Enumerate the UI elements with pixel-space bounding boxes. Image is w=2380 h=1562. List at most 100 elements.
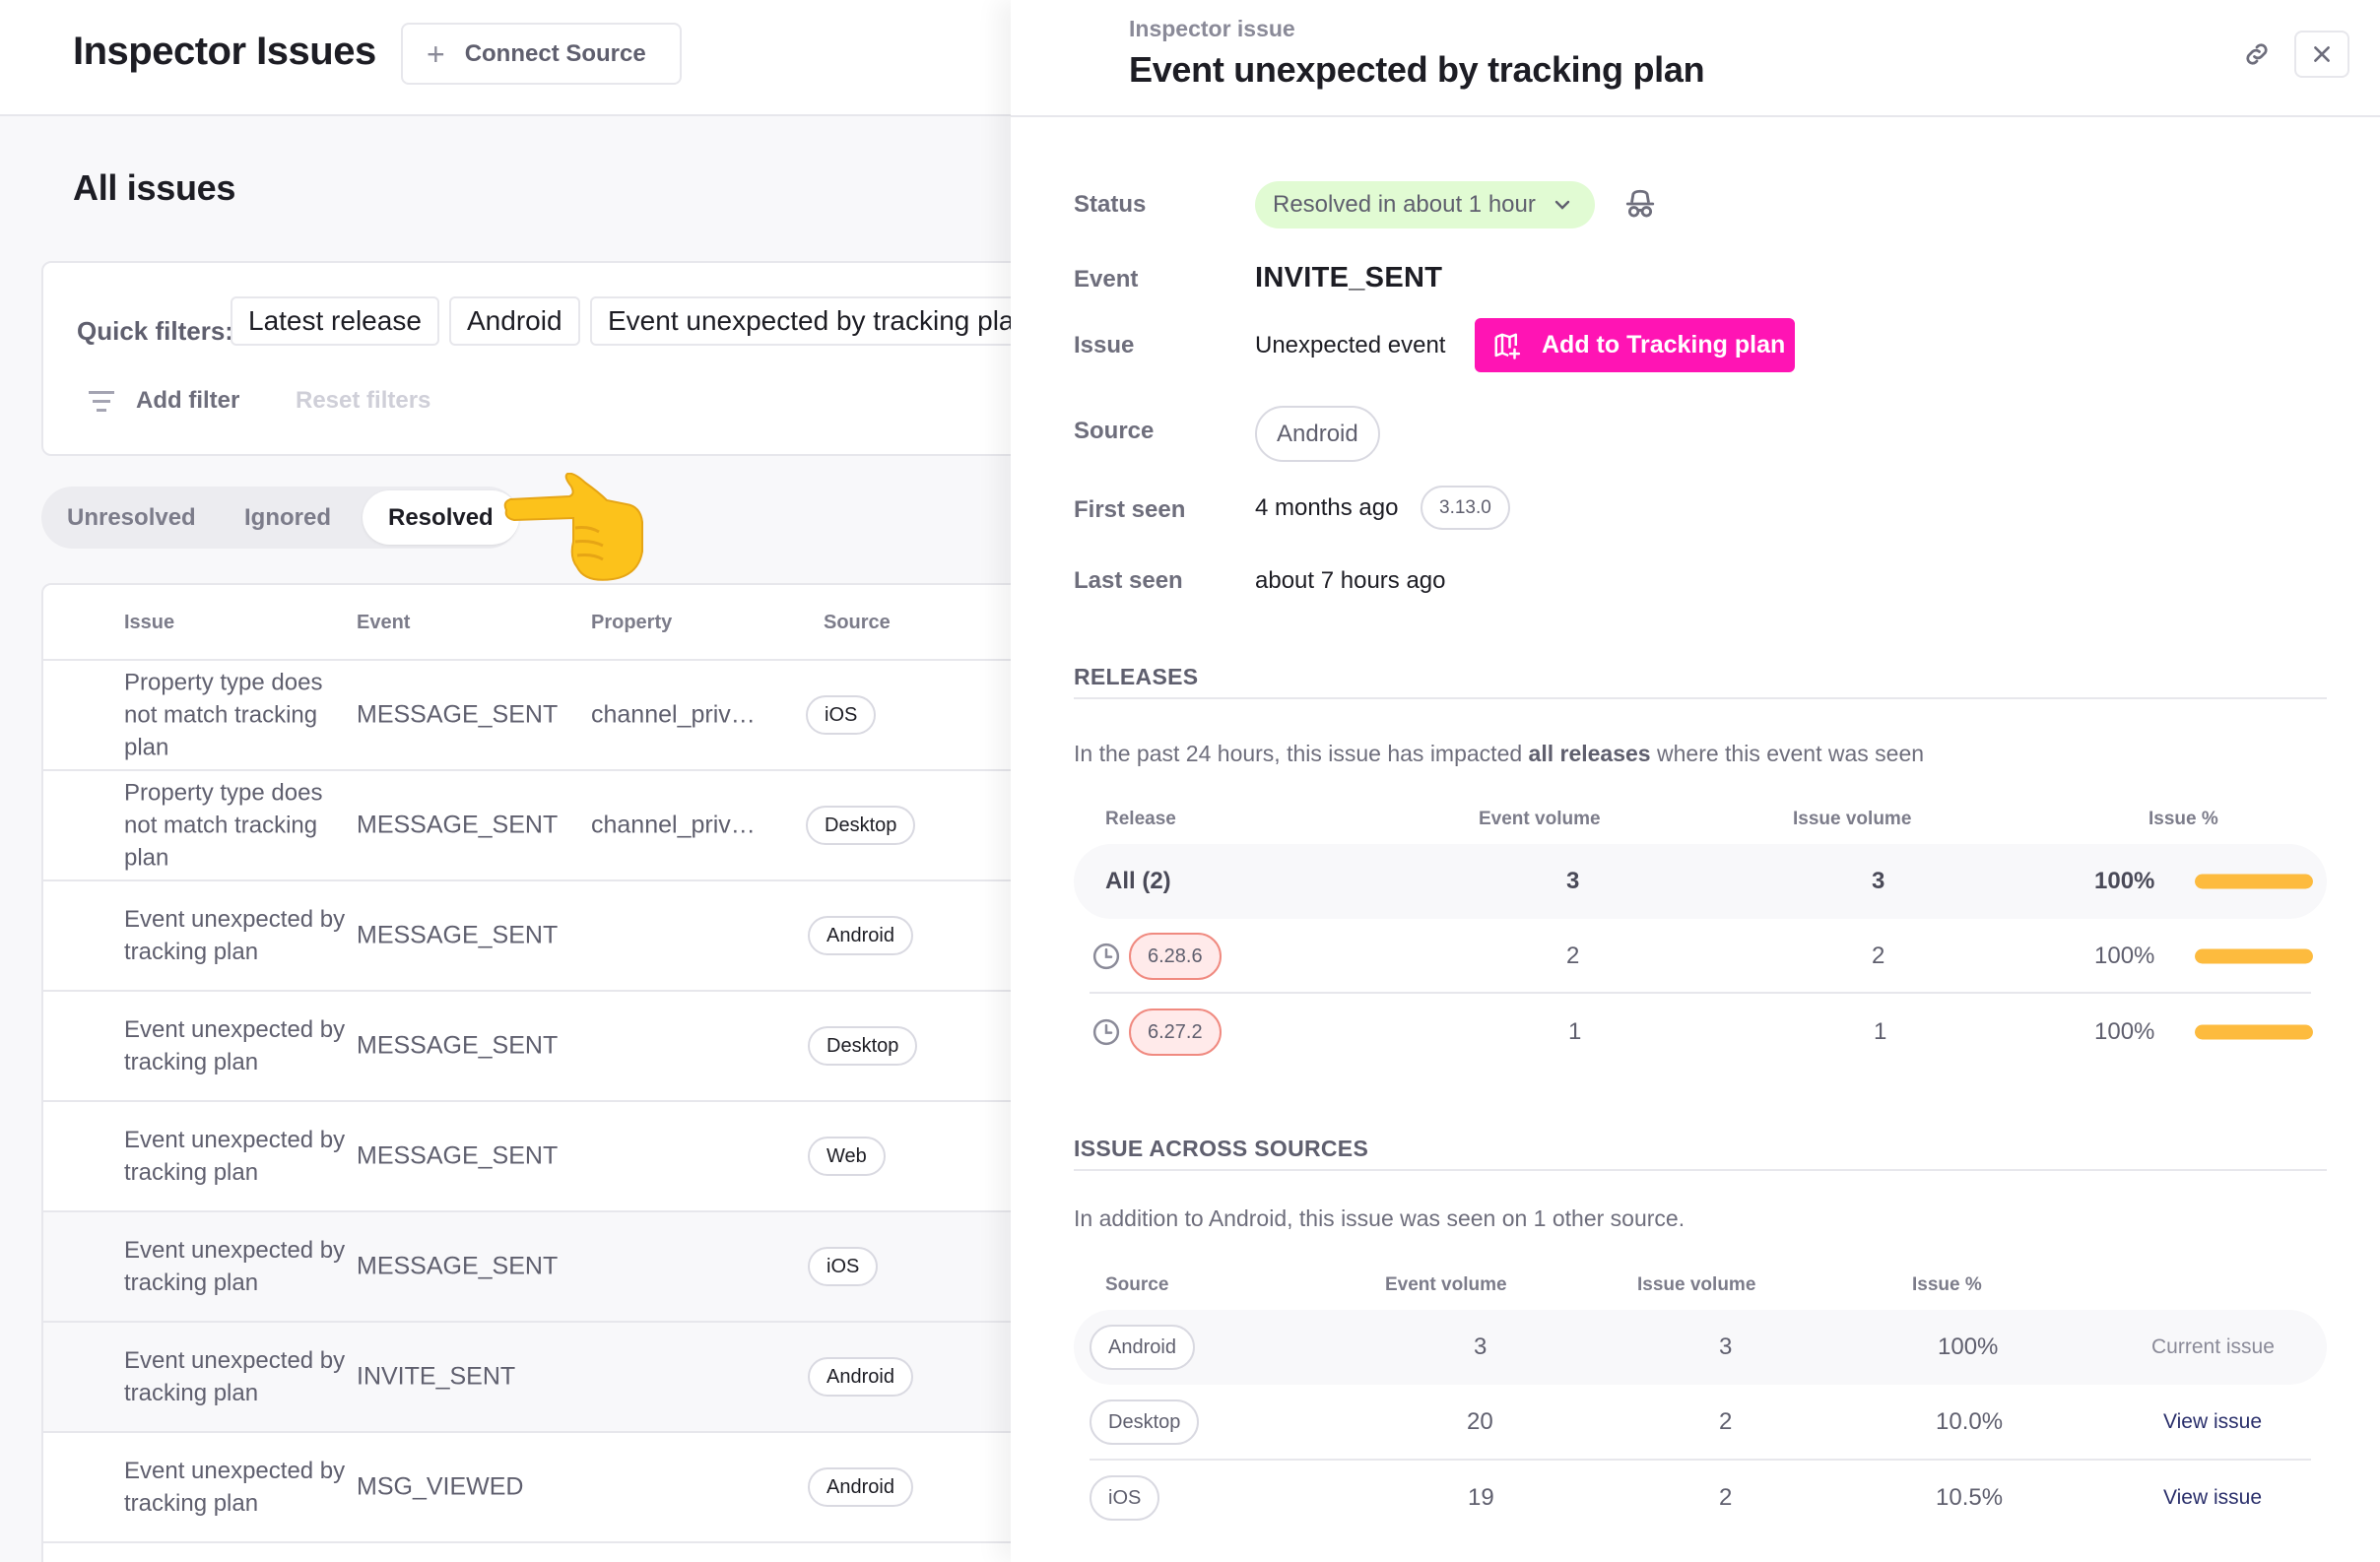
current-issue-label: Current issue (2151, 1335, 2275, 1358)
row-issue: Event unexpected by tracking plan (124, 1347, 346, 1406)
issue-label: Issue (1074, 332, 1135, 358)
source-row-current: Android 3 3 100% Current issue (1074, 1310, 2327, 1385)
link-icon (2246, 43, 2268, 65)
status-tabs: Unresolved Ignored Resolved (41, 487, 519, 549)
row-source-badge: Desktop (806, 806, 916, 845)
table-row-selected[interactable]: Event unexpected by tracking plan INVITE… (43, 1323, 1123, 1433)
quick-filter-android[interactable]: Android (449, 296, 580, 346)
sources-description: In addition to Android, this issue was s… (1074, 1205, 1686, 1231)
add-filter-button[interactable]: Add filter (89, 376, 239, 425)
release-issue-pct: 100% (2094, 868, 2155, 894)
issues-table: Issue Event Property Source Property typ… (41, 583, 1125, 1562)
sources-divider (1074, 1169, 2327, 1171)
source-row[interactable]: iOS 19 2 10.5% View issue (1074, 1461, 2327, 1535)
column-header-event[interactable]: Event (357, 585, 410, 661)
source-label: Source (1074, 418, 1155, 444)
release-event-volume: 1 (1568, 1018, 1582, 1045)
source-badge: Android (1255, 406, 1380, 462)
status-dropdown[interactable]: Resolved in about 1 hour (1255, 181, 1595, 228)
source-issue-volume: 2 (1719, 1408, 1733, 1435)
sources-col-event-volume: Event volume (1385, 1274, 1507, 1295)
view-issue-link[interactable]: View issue (2163, 1486, 2262, 1510)
tab-unresolved[interactable]: Unresolved (41, 490, 222, 545)
copy-link-button[interactable] (2232, 30, 2281, 79)
release-version-badge: 6.28.6 (1129, 933, 1222, 980)
row-event: MSG_VIEWED (357, 1472, 524, 1501)
close-drawer-button[interactable] (2294, 31, 2349, 78)
row-event: MESSAGE_SENT (357, 921, 559, 949)
table-row[interactable]: Event unexpected by tracking plan MESSAG… (43, 992, 1123, 1102)
add-filter-label: Add filter (136, 387, 240, 414)
drawer-title: Event unexpected by tracking plan (1129, 49, 1705, 90)
column-header-property[interactable]: Property (591, 585, 672, 661)
releases-col-release: Release (1105, 809, 1176, 829)
tab-resolved[interactable]: Resolved (363, 490, 519, 545)
row-issue: Event unexpected by tracking plan (124, 1127, 346, 1186)
row-issue: Property type does not match tracking pl… (124, 779, 323, 872)
row-issue: Event unexpected by tracking plan (124, 1237, 346, 1296)
chevron-down-icon (1554, 200, 1570, 210)
issue-pct-bar (2195, 1024, 2313, 1040)
row-source-badge: iOS (808, 1247, 879, 1286)
row-divider (1090, 992, 2311, 994)
row-issue: Event unexpected by tracking plan (124, 906, 346, 965)
source-row[interactable]: Desktop 20 2 10.0% View issue (1074, 1385, 2327, 1460)
row-event: INVITE_SENT (357, 1362, 516, 1391)
page-title: Inspector Issues (73, 30, 376, 73)
column-header-issue[interactable]: Issue (124, 585, 174, 661)
releases-col-issue-pct: Issue % (2149, 809, 2218, 829)
issue-value: Unexpected event (1255, 332, 1446, 358)
sources-col-source: Source (1105, 1274, 1169, 1295)
filter-icon (89, 389, 114, 413)
add-to-tracking-plan-label: Add to Tracking plan (1542, 331, 1786, 358)
quick-filter-latest-release[interactable]: Latest release (231, 296, 439, 346)
release-issue-pct: 100% (2094, 1018, 2155, 1045)
table-row[interactable]: Property type does not match tracking pl… (43, 661, 1123, 771)
quick-filter-event-unexpected[interactable]: Event unexpected by tracking plan (590, 296, 1048, 346)
column-header-source[interactable]: Source (824, 585, 891, 661)
connect-source-label: Connect Source (464, 39, 646, 67)
table-row[interactable]: Event unexpected by tracking plan MESSAG… (43, 881, 1123, 992)
table-row[interactable]: Property type does not match tracking pl… (43, 771, 1123, 881)
reset-filters-button[interactable]: Reset filters (296, 376, 430, 425)
issue-detail-drawer: Inspector issue Event unexpected by trac… (1011, 0, 2380, 1562)
table-row[interactable]: Event unexpected by tracking plan MESSAG… (43, 1212, 1123, 1323)
releases-divider (1074, 697, 2327, 699)
release-row-all[interactable]: All (2) 3 3 100% (1074, 844, 2327, 919)
row-source-badge: Android (808, 1357, 913, 1397)
releases-description: In the past 24 hours, this issue has imp… (1074, 741, 1925, 766)
row-source-badge: Android (808, 1467, 913, 1507)
source-badge: Desktop (1090, 1399, 1200, 1445)
row-issue: Property type does not match tracking pl… (124, 669, 323, 761)
row-property: channel_privacy_type (591, 700, 768, 729)
issue-pct-bar (2195, 874, 2313, 889)
connect-source-button[interactable]: + Connect Source (401, 23, 682, 85)
release-version-badge: 6.27.2 (1129, 1009, 1222, 1056)
release-row[interactable]: 6.28.6 2 2 100% (1074, 919, 2327, 994)
table-row[interactable]: Event unexpected by tracking plan MSG_VI… (43, 1433, 1123, 1543)
table-row[interactable]: Event unexpected by tracking plan MESSAG… (43, 1102, 1123, 1212)
row-property: channel_privacy_type (591, 811, 768, 839)
close-icon (2314, 46, 2330, 62)
incognito-icon[interactable] (1623, 187, 1657, 221)
source-issue-volume: 3 (1719, 1334, 1733, 1360)
add-to-tracking-plan-button[interactable]: Add to Tracking plan (1475, 318, 1795, 372)
issue-pct-bar (2195, 948, 2313, 964)
tab-ignored[interactable]: Ignored (219, 490, 357, 545)
release-row[interactable]: 6.27.2 1 1 100% (1074, 995, 2327, 1070)
source-issue-pct: 100% (1938, 1334, 1999, 1360)
view-issue-link[interactable]: View issue (2163, 1410, 2262, 1434)
row-event: MESSAGE_SENT (357, 1252, 559, 1280)
plus-icon: + (427, 35, 445, 72)
row-event: MESSAGE_SENT (357, 1141, 559, 1170)
event-label: Event (1074, 266, 1139, 293)
row-issue: Event unexpected by tracking plan (124, 1458, 346, 1517)
row-source-badge: Web (808, 1137, 886, 1176)
last-seen-value: about 7 hours ago (1255, 567, 1446, 594)
release-issue-volume: 2 (1872, 943, 1885, 969)
source-badge: Android (1090, 1325, 1195, 1370)
last-seen-label: Last seen (1074, 567, 1183, 594)
all-issues-heading: All issues (73, 167, 236, 208)
first-seen-value: 4 months ago (1255, 494, 1399, 521)
row-source-badge: Desktop (808, 1026, 918, 1066)
